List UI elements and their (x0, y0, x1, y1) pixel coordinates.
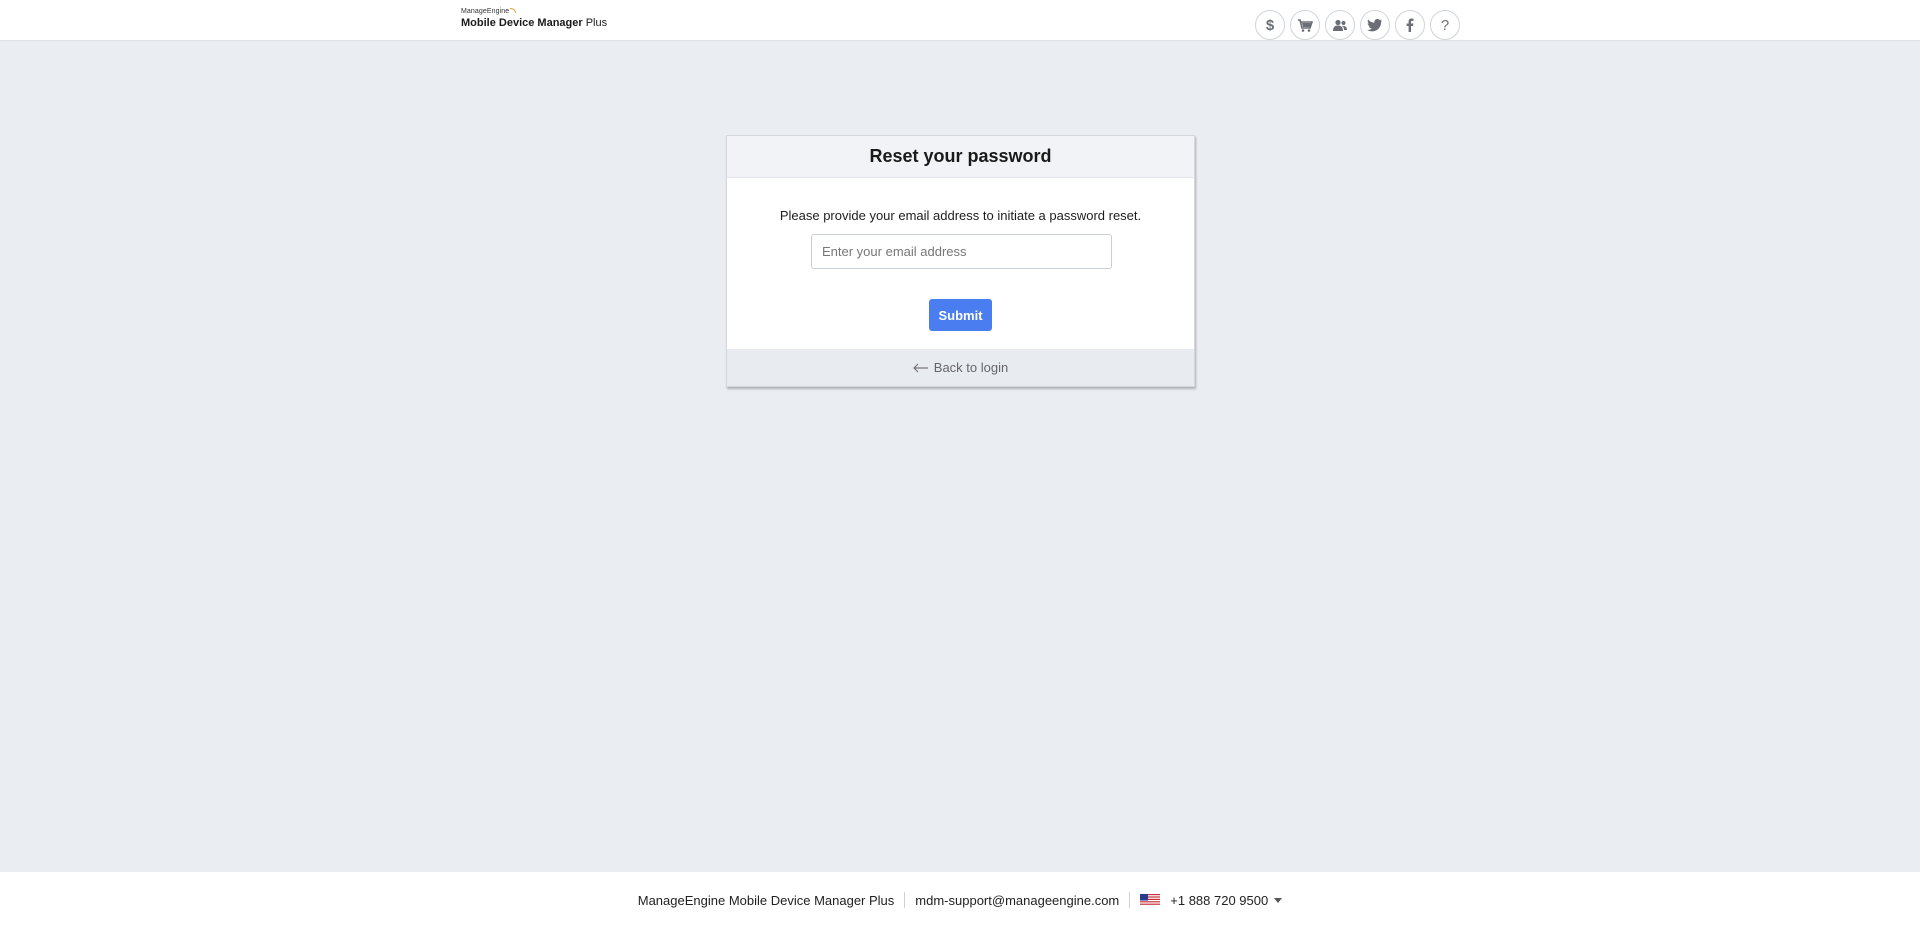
card-body: Please provide your email address to ini… (727, 178, 1194, 350)
footer-divider (1129, 892, 1131, 908)
svg-text:$: $ (1266, 17, 1275, 33)
phone-selector[interactable]: +1 888 720 9500 (1140, 892, 1283, 908)
manageengine-logo[interactable]: ManageEngine Mobile Device Manager Plus (461, 7, 608, 29)
back-to-login-link[interactable]: Back to login (727, 349, 1194, 386)
email-field[interactable] (811, 234, 1112, 269)
logo-suffix: Plus (585, 17, 608, 29)
logo-product: Mobile Device Manager (461, 17, 583, 29)
submit-button[interactable]: Submit (929, 299, 992, 331)
footer-product-name: ManageEngine Mobile Device Manager Plus (637, 892, 895, 908)
support-email-link[interactable]: mdm-support@manageengine.com (915, 893, 1119, 908)
logo-brand: ManageEngine (461, 8, 510, 15)
arrow-left-icon (912, 363, 928, 372)
reset-password-card: Reset your password Please provide your … (726, 135, 1195, 387)
twitter-icon[interactable] (1360, 10, 1390, 40)
page-footer: ManageEngine Mobile Device Manager Plus … (0, 872, 1920, 926)
chevron-down-icon (1274, 897, 1283, 903)
users-icon[interactable] (1325, 10, 1355, 40)
svg-text:?: ? (1441, 17, 1449, 33)
support-phone: +1 888 720 9500 (1170, 892, 1269, 908)
card-title: Reset your password (727, 136, 1194, 178)
instruction-text: Please provide your email address to ini… (779, 208, 1142, 223)
dollar-icon[interactable]: $ (1255, 10, 1285, 40)
facebook-icon[interactable] (1395, 10, 1425, 40)
cart-icon[interactable] (1290, 10, 1320, 40)
back-to-login-label: Back to login (933, 360, 1009, 375)
help-icon[interactable]: ? (1430, 10, 1460, 40)
logo-arc-icon (510, 7, 517, 13)
top-header: ManageEngine Mobile Device Manager Plus … (0, 0, 1920, 41)
header-icon-bar: $ ? (1255, 10, 1460, 40)
us-flag-icon (1140, 894, 1161, 906)
footer-divider (904, 892, 906, 908)
